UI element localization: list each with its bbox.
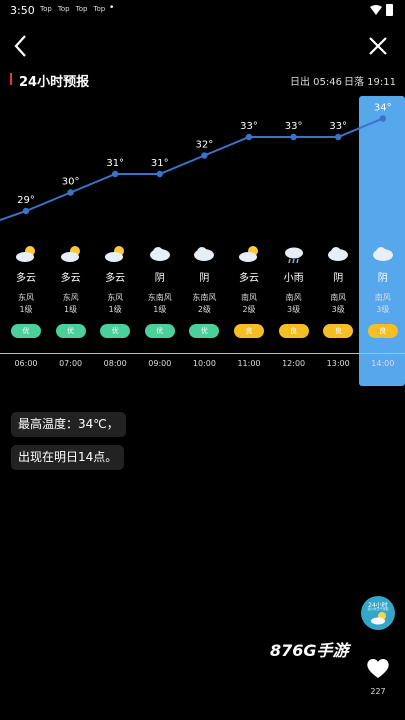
summary-bubble-max-temp: 最高温度：34℃， — [11, 412, 126, 437]
temperature-point — [290, 133, 297, 141]
summary-bubble-time: 出现在明日14点。 — [11, 445, 125, 470]
aqi-badge: 良 — [323, 324, 354, 338]
wind-level: 3级 — [331, 305, 345, 314]
wind-level: 1级 — [108, 305, 122, 314]
rain-icon — [282, 244, 306, 264]
partly-cloudy-icon — [14, 244, 38, 264]
condition-label: 阴 — [199, 273, 210, 284]
temperature-point — [201, 152, 208, 159]
wind-direction: 东风 — [18, 293, 34, 302]
hour-label: 11:00 — [237, 359, 261, 368]
hour-label: 14:00 — [371, 359, 395, 368]
temperature-point — [156, 170, 163, 178]
forecast-app-badge[interactable]: 24小时 逐小时天气预报 — [361, 596, 395, 630]
wind-info: 南风 3级 — [315, 292, 361, 316]
hour-label: 06:00 — [14, 359, 38, 368]
aqi-badge: 优 — [100, 324, 131, 338]
wind-level: 2级 — [242, 305, 256, 314]
wind-info: 东南风 2级 — [181, 292, 227, 316]
wind-info: 东风 1级 — [3, 292, 49, 316]
hour-column[interactable]: 阴南风 3级良 14:00 — [360, 240, 405, 368]
hour-label: 08:00 — [103, 359, 127, 368]
temperature-point — [379, 115, 386, 122]
temperature-label: 31° — [151, 158, 169, 169]
hour-column[interactable]: 阴东南风 1级优 09:00 — [137, 240, 183, 368]
wind-level: 3级 — [287, 305, 301, 314]
hour-column[interactable]: 阴南风 3级良 13:00 — [315, 240, 361, 368]
condition-label: 阴 — [333, 273, 344, 284]
hour-label: 13:00 — [326, 359, 350, 368]
condition-label: 多云 — [105, 273, 126, 284]
hour-column[interactable]: 多云南风 2级良 11:00 — [226, 240, 272, 368]
wind-info: 南风 2级 — [226, 292, 272, 316]
wind-direction: 南风 — [374, 293, 391, 302]
divider — [0, 353, 405, 354]
temperature-label: 33° — [240, 121, 258, 132]
temperature-point — [67, 189, 74, 196]
aqi-badge: 优 — [189, 324, 220, 338]
aqi-badge: 优 — [11, 324, 41, 338]
wind-info: 东南风 1级 — [137, 292, 183, 316]
hour-column[interactable]: 多云东风 1级优 07:00 — [48, 240, 94, 368]
aqi-badge: 良 — [367, 324, 398, 338]
temperature-point — [245, 133, 253, 141]
hour-label: 12:00 — [282, 359, 306, 368]
wind-info: 东风 1级 — [48, 292, 94, 316]
temperature-label: 31° — [106, 158, 124, 169]
wind-direction: 东风 — [62, 293, 79, 302]
temperature-point — [112, 170, 119, 178]
cloud-icon — [371, 244, 395, 264]
temperature-point — [22, 207, 30, 215]
wind-info: 东风 1级 — [92, 292, 138, 316]
wind-direction: 东南风 — [147, 293, 172, 302]
wind-direction: 南风 — [285, 293, 302, 302]
hour-column[interactable]: 多云东风 1级优 06:00 — [3, 240, 49, 368]
like-count: 227 — [370, 687, 386, 696]
condition-label: 多云 — [239, 273, 259, 284]
condition-label: 阴 — [154, 273, 165, 284]
wind-direction: 南风 — [330, 293, 347, 302]
temperature-point — [335, 133, 342, 141]
hour-column[interactable]: 多云东风 1级优 08:00 — [92, 240, 138, 368]
condition-label: 多云 — [16, 273, 36, 284]
wind-info: 南风 3级 — [360, 292, 405, 316]
heart-icon[interactable] — [366, 657, 390, 679]
cloud-icon — [192, 244, 216, 264]
temperature-label: 33° — [285, 121, 303, 132]
wind-level: 1级 — [153, 305, 167, 314]
temperature-label: 29° — [17, 195, 35, 206]
hour-column[interactable]: 阴东南风 2级优 10:00 — [181, 240, 227, 368]
wind-level: 3级 — [376, 305, 390, 314]
partly-cloudy-icon — [371, 612, 386, 625]
partly-cloudy-icon — [237, 244, 261, 264]
partly-cloudy-icon — [59, 244, 83, 264]
temperature-label: 32° — [196, 140, 214, 151]
temperature-label: 33° — [329, 121, 347, 132]
partly-cloudy-icon — [103, 244, 127, 264]
condition-label: 多云 — [60, 273, 81, 284]
temperature-label: 34° — [374, 103, 392, 114]
cloud-icon — [148, 244, 172, 264]
wind-level: 1级 — [19, 305, 33, 314]
hour-label: 10:00 — [192, 359, 216, 368]
wind-level: 2级 — [197, 305, 211, 314]
watermark: 876G手游 — [270, 641, 349, 660]
cloud-icon — [326, 244, 350, 264]
temperature-label: 30° — [62, 177, 80, 188]
wind-direction: 东风 — [107, 293, 124, 302]
wind-direction: 南风 — [241, 293, 257, 302]
wind-direction: 东南风 — [192, 293, 217, 302]
aqi-badge: 良 — [234, 324, 264, 338]
hour-label: 07:00 — [59, 359, 83, 368]
hour-column[interactable]: 小雨南风 3级良 12:00 — [271, 240, 317, 368]
wind-level: 1级 — [64, 305, 78, 314]
condition-label: 阴 — [377, 273, 388, 284]
aqi-badge: 优 — [144, 324, 175, 338]
aqi-badge: 优 — [55, 324, 86, 338]
condition-label: 小雨 — [283, 273, 304, 284]
wind-info: 南风 3级 — [271, 292, 317, 316]
hour-label: 09:00 — [148, 359, 172, 368]
aqi-badge: 良 — [278, 324, 309, 338]
temperature-line — [0, 117, 384, 221]
